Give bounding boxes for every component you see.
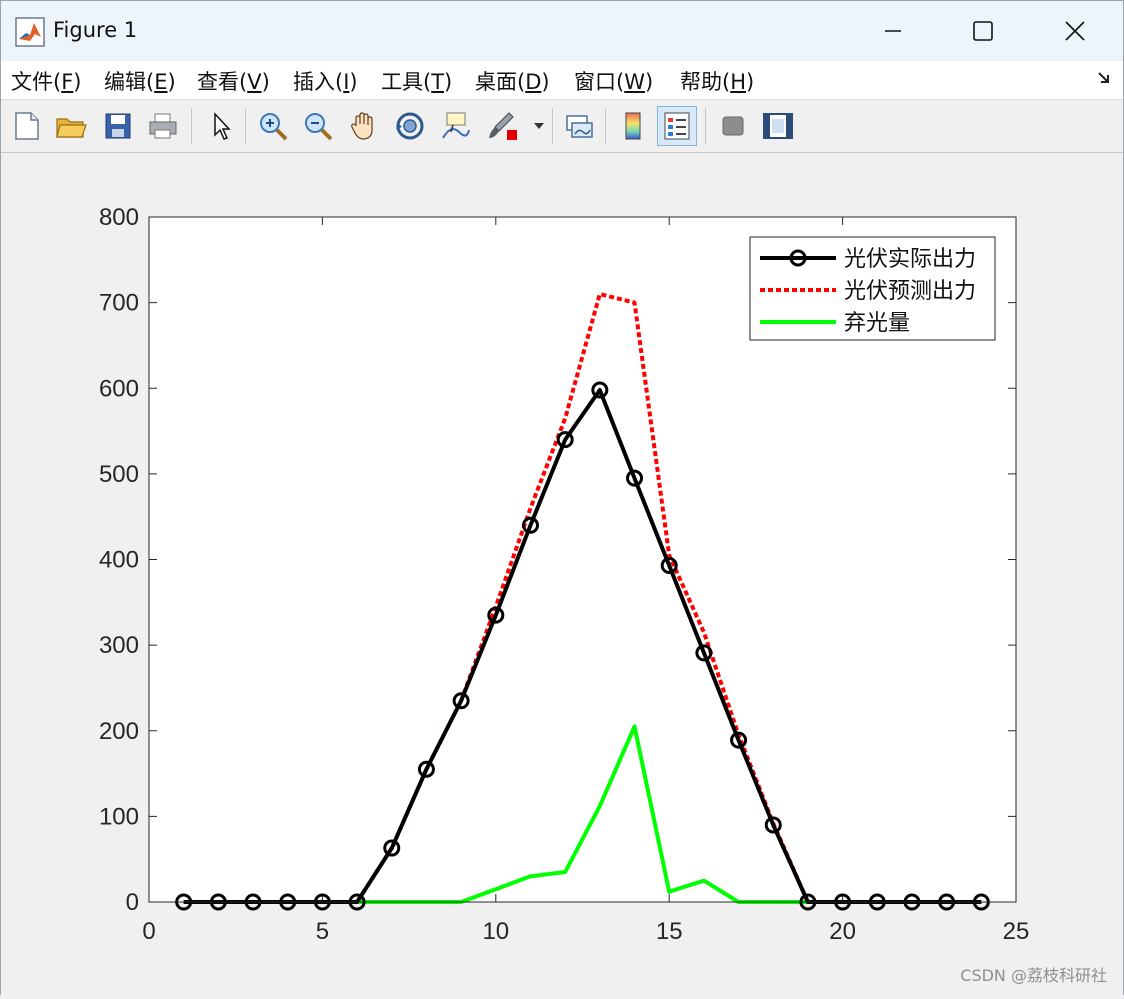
maximize-icon bbox=[973, 21, 993, 41]
new-figure-button[interactable] bbox=[7, 106, 47, 146]
brush-dropdown-button[interactable] bbox=[527, 106, 551, 146]
x-tick-label: 5 bbox=[316, 918, 329, 945]
plot-svg[interactable]: 0 5 10 15 20 25 0 100 200 300 400 500 600 700 800 光伏实际出… bbox=[1, 153, 1123, 995]
y-tick-label: 500 bbox=[99, 461, 139, 488]
legend-icon bbox=[664, 112, 690, 140]
legend-label: 光伏预测出力 bbox=[844, 278, 976, 303]
y-tick-label: 700 bbox=[99, 290, 139, 317]
y-tick-label: 300 bbox=[99, 632, 139, 659]
maximize-button[interactable] bbox=[937, 1, 1029, 61]
zoom-out-icon bbox=[305, 113, 333, 141]
brush-icon bbox=[489, 112, 517, 140]
save-button[interactable] bbox=[98, 106, 138, 146]
y-tick-label: 0 bbox=[126, 889, 139, 916]
legend-label: 光伏实际出力 bbox=[844, 246, 976, 271]
minimize-button[interactable] bbox=[847, 1, 939, 61]
zoom-in-icon bbox=[260, 113, 288, 141]
open-file-icon bbox=[56, 118, 87, 138]
menu-help[interactable]: 帮助(H) bbox=[680, 66, 754, 96]
pan-button[interactable] bbox=[344, 106, 384, 146]
y-tick-label: 400 bbox=[99, 547, 139, 574]
toolbar-separator bbox=[605, 108, 606, 144]
hide-plot-tools-icon bbox=[722, 116, 744, 136]
toolbar-separator bbox=[191, 108, 192, 144]
x-tick-label: 0 bbox=[142, 918, 155, 945]
menu-tools[interactable]: 工具(T) bbox=[381, 66, 452, 96]
y-tick-label: 600 bbox=[99, 375, 139, 402]
y-tick-label: 800 bbox=[99, 204, 139, 231]
open-file-button[interactable] bbox=[51, 106, 91, 146]
legend-button[interactable] bbox=[657, 106, 697, 146]
close-button[interactable] bbox=[1029, 1, 1121, 61]
brush-button[interactable] bbox=[482, 106, 522, 146]
colorbar-icon bbox=[625, 112, 641, 140]
toolbar-separator bbox=[705, 108, 706, 144]
close-icon bbox=[1065, 21, 1085, 41]
pan-hand-icon bbox=[351, 112, 373, 140]
pointer-icon bbox=[214, 112, 231, 140]
data-cursor-button[interactable] bbox=[435, 106, 475, 146]
x-tick-label: 20 bbox=[829, 918, 856, 945]
window-title: Figure 1 bbox=[53, 18, 138, 42]
save-icon bbox=[105, 113, 131, 139]
y-tick-label: 200 bbox=[99, 718, 139, 745]
x-tick-label: 15 bbox=[656, 918, 683, 945]
x-tick-label: 25 bbox=[1003, 918, 1030, 945]
x-tick-label: 10 bbox=[482, 918, 509, 945]
figure-canvas[interactable]: 0 5 10 15 20 25 0 100 200 300 400 500 600 700 800 光伏实际出… bbox=[1, 153, 1123, 995]
figure-window: Figure 1 文件(F) 编辑(E) 查看(V) 插入(I) 工具(T) 桌… bbox=[0, 0, 1124, 995]
legend-label: 弃光量 bbox=[844, 310, 910, 335]
colorbar-button[interactable] bbox=[613, 106, 653, 146]
matlab-icon bbox=[15, 17, 45, 47]
figure-toolbar bbox=[1, 100, 1123, 153]
brush-dropdown-icon bbox=[534, 123, 544, 129]
rotate-3d-button[interactable] bbox=[390, 106, 430, 146]
zoom-out-button[interactable] bbox=[298, 106, 338, 146]
menu-bar: 文件(F) 编辑(E) 查看(V) 插入(I) 工具(T) 桌面(D) 窗口(W… bbox=[1, 61, 1123, 100]
dock-arrow-icon[interactable] bbox=[1097, 71, 1111, 85]
legend[interactable]: 光伏实际出力光伏预测出力弃光量 bbox=[749, 236, 996, 341]
hide-plot-tools-button[interactable] bbox=[713, 106, 753, 146]
rotate-3d-icon bbox=[396, 112, 424, 140]
toolbar-separator bbox=[552, 108, 553, 144]
menu-view[interactable]: 查看(V) bbox=[197, 66, 270, 96]
link-plot-icon bbox=[566, 115, 593, 138]
pointer-button[interactable] bbox=[200, 106, 240, 146]
zoom-in-button[interactable] bbox=[253, 106, 293, 146]
watermark: CSDN @荔枝科研社 bbox=[960, 966, 1107, 985]
menu-window[interactable]: 窗口(W) bbox=[574, 66, 653, 96]
print-icon bbox=[149, 113, 177, 139]
title-bar[interactable]: Figure 1 bbox=[1, 1, 1123, 61]
y-tick-label: 100 bbox=[99, 803, 139, 830]
show-plot-tools-button[interactable] bbox=[758, 106, 798, 146]
toolbar-separator bbox=[245, 108, 246, 144]
data-cursor-icon bbox=[442, 112, 470, 139]
menu-edit[interactable]: 编辑(E) bbox=[104, 66, 176, 96]
print-button[interactable] bbox=[143, 106, 183, 146]
new-figure-icon bbox=[15, 112, 39, 140]
minimize-icon bbox=[885, 30, 901, 32]
menu-insert[interactable]: 插入(I) bbox=[293, 66, 358, 96]
show-plot-tools-icon bbox=[763, 113, 793, 139]
link-plot-button[interactable] bbox=[559, 106, 599, 146]
menu-desktop[interactable]: 桌面(D) bbox=[475, 66, 550, 96]
menu-file[interactable]: 文件(F) bbox=[11, 66, 82, 96]
